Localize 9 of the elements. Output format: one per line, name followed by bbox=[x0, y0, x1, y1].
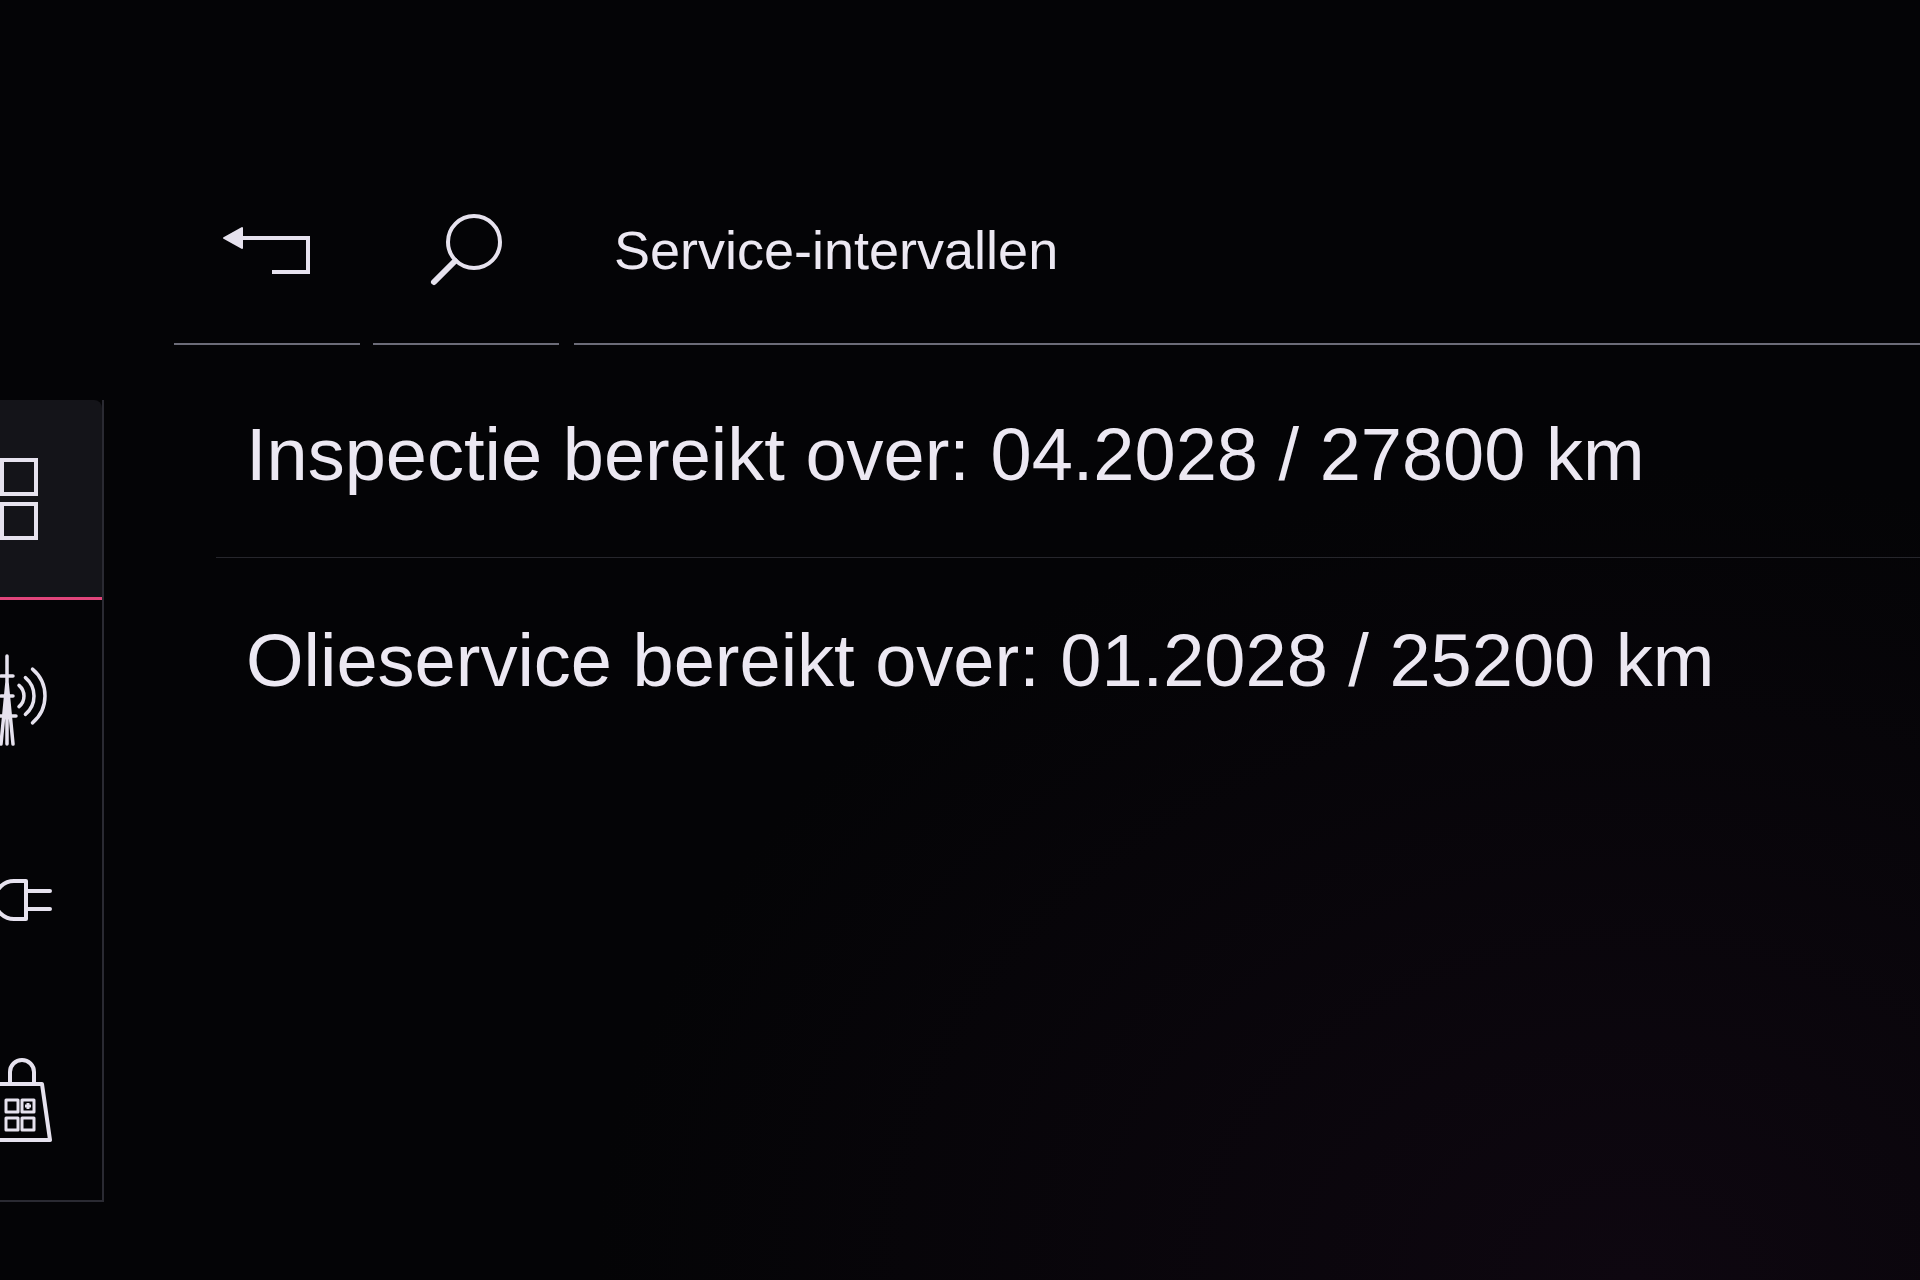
plug-icon bbox=[0, 877, 54, 923]
sidebar-button[interactable] bbox=[0, 400, 102, 600]
service-interval-text: Olieservice bereikt over: 01.2028 / 25200 km bbox=[246, 623, 1715, 698]
search-icon bbox=[428, 212, 504, 288]
page-title: Service-intervallen bbox=[614, 223, 1059, 277]
antenna-icon bbox=[0, 652, 48, 748]
bag-icon bbox=[0, 1056, 54, 1144]
back-icon bbox=[222, 224, 312, 276]
grid-icon bbox=[0, 457, 40, 540]
